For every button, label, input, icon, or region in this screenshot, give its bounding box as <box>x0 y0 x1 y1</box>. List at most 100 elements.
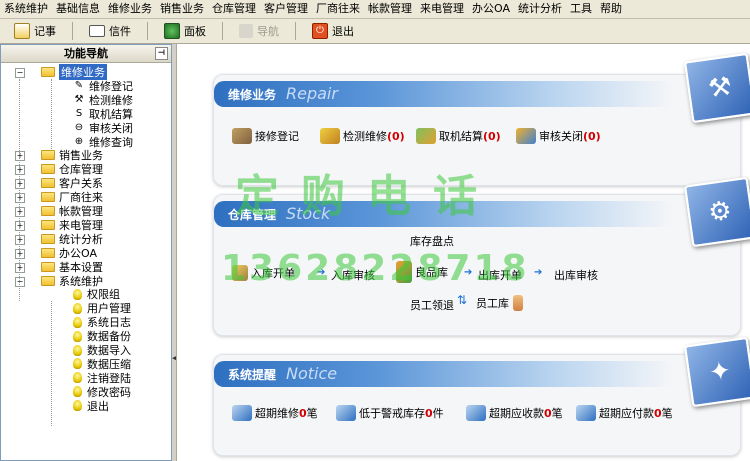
staff-store-link[interactable]: 员工库 <box>476 295 526 311</box>
mail-button[interactable]: 信件 <box>85 21 137 41</box>
menu-stats[interactable]: 统计分析 <box>514 0 566 18</box>
notepad-icon <box>14 23 30 39</box>
navigation-icon <box>239 24 253 38</box>
exit-button[interactable]: ⏻ 退出 <box>308 21 360 41</box>
tree-group-6[interactable]: + 统计分析 <box>15 232 103 246</box>
tree-item-system-2[interactable]: 系统日志 <box>73 315 131 329</box>
expand-icon[interactable]: + <box>15 207 25 217</box>
expand-icon[interactable]: + <box>15 248 25 259</box>
expand-icon[interactable]: + <box>15 234 25 245</box>
tree-item-system-8-label: 退出 <box>87 399 109 413</box>
menu-calls[interactable]: 来电管理 <box>416 0 468 18</box>
bulb-icon <box>73 288 82 300</box>
menu-tools[interactable]: 工具 <box>566 0 596 18</box>
tree-item-system-3[interactable]: 数据备份 <box>73 329 131 343</box>
notice-panel-header: 系统提醒 Notice <box>214 361 674 387</box>
expand-icon[interactable]: + <box>15 193 25 204</box>
tree-group-9[interactable]: − 系统维护 <box>15 274 103 288</box>
tree-group-2[interactable]: + 客户关系 <box>15 176 103 190</box>
overdue-receivable-count: 0 <box>544 406 552 420</box>
tree-group-1[interactable]: + 仓库管理 <box>15 162 103 176</box>
menu-warehouse[interactable]: 仓库管理 <box>208 0 260 18</box>
panel-button[interactable]: 面板 <box>160 21 212 41</box>
expand-icon[interactable]: + <box>15 262 25 273</box>
tree-item-system-8[interactable]: 退出 <box>73 399 109 413</box>
pickup-settle-button[interactable]: 取机结算 (0) <box>416 128 501 144</box>
menu-repair[interactable]: 维修业务 <box>104 0 156 18</box>
expand-icon[interactable]: + <box>15 179 25 190</box>
menu-basic-info[interactable]: 基础信息 <box>52 0 104 18</box>
tree-item-system-0[interactable]: 权限组 <box>73 287 120 301</box>
bulb-icon <box>73 358 82 370</box>
tree-group-8[interactable]: + 基本设置 <box>15 260 103 274</box>
overdue-receivable-label: 超期应收款 <box>489 407 544 420</box>
notes-button[interactable]: 记事 <box>10 21 62 41</box>
overdue-receivable-link[interactable]: 超期应收款 0 笔 <box>466 405 563 421</box>
menu-vendor[interactable]: 厂商往来 <box>312 0 364 18</box>
menu-accounts[interactable]: 帐款管理 <box>364 0 416 18</box>
inventory-check-link[interactable]: 库存盘点 <box>410 233 454 249</box>
collapse-icon[interactable]: − <box>15 68 25 78</box>
nav-button[interactable]: 导航 <box>235 21 285 41</box>
overdue-payable-link[interactable]: 超期应付款 0 笔 <box>576 405 673 421</box>
stock-out-review-link[interactable]: 出库审核 <box>554 267 598 283</box>
menu-help[interactable]: 帮助 <box>596 0 626 18</box>
menu-sales[interactable]: 销售业务 <box>156 0 208 18</box>
panel-label: 面板 <box>184 25 206 38</box>
tree-group-7[interactable]: + 办公OA <box>15 246 97 260</box>
repair-panel-subtitle: Repair <box>286 84 338 103</box>
tree-item-system-6[interactable]: 注销登陆 <box>73 371 131 385</box>
tree-group-repair[interactable]: − 维修业务 <box>15 64 107 80</box>
collapse-icon[interactable]: − <box>15 276 25 287</box>
swap-arrow-icon: ⇅ <box>457 293 468 307</box>
tree-item-repair-3[interactable]: ⊖ 审核关闭 <box>73 121 133 135</box>
folder-icon <box>41 206 55 216</box>
menu-customer[interactable]: 客户管理 <box>260 0 312 18</box>
review-close-button[interactable]: 审核关闭 (0) <box>516 128 601 144</box>
tree-item-repair-0[interactable]: ✎ 维修登记 <box>73 79 133 93</box>
inspect-repair-button[interactable]: 检测维修 (0) <box>320 128 405 144</box>
tree-item-repair-4[interactable]: ⊕ 维修查询 <box>73 135 133 149</box>
tree-item-system-1[interactable]: 用户管理 <box>73 301 131 315</box>
tree-group-5[interactable]: + 来电管理 <box>15 218 103 232</box>
repair-panel-title: 维修业务 <box>228 88 277 102</box>
inspect-repair-count: (0) <box>387 129 405 143</box>
overdue-repair-unit: 笔 <box>306 407 318 420</box>
staff-receive-link[interactable]: 员工领退 <box>410 297 454 313</box>
folder-icon <box>41 192 55 203</box>
tree-connector-line <box>51 301 52 427</box>
low-stock-link[interactable]: 低于警戒库存 0 件 <box>336 405 444 421</box>
expand-icon[interactable]: + <box>15 220 25 231</box>
tree-item-repair-1[interactable]: ⚒ 检测维修 <box>73 93 133 107</box>
review-close-label: 审核关闭 <box>539 130 583 143</box>
overdue-repair-count: 0 <box>299 406 307 420</box>
tree-item-repair-2[interactable]: S 取机结算 <box>73 107 133 121</box>
notice-panel-subtitle: Notice <box>286 364 338 383</box>
expand-icon[interactable]: + <box>15 165 25 176</box>
toolbar-separator <box>295 22 296 40</box>
tree-group-4[interactable]: + 帐款管理 <box>15 204 103 218</box>
folder-icon <box>41 233 55 244</box>
tree-item-system-4[interactable]: 数据导入 <box>73 343 131 357</box>
reminder-icon <box>576 405 596 421</box>
tree-item-system-7[interactable]: 修改密码 <box>73 385 131 399</box>
menu-office[interactable]: 办公OA <box>468 0 514 18</box>
overdue-repair-link[interactable]: 超期维修 0 笔 <box>232 405 318 421</box>
menu-bar: 系统维护 基础信息 维修业务 销售业务 仓库管理 客户管理 厂商往来 帐款管理 … <box>0 0 750 19</box>
low-stock-count: 0 <box>425 406 433 420</box>
notice-panel-title: 系统提醒 <box>228 368 277 382</box>
repair-item-icon: ⊖ <box>74 121 84 133</box>
tree-item-system-5[interactable]: 数据压缩 <box>73 357 131 371</box>
reminder-icon <box>232 405 252 421</box>
low-stock-label: 低于警戒库存 <box>359 407 425 420</box>
bulb-icon <box>73 302 82 314</box>
navigation-panel: 功能导航 ⊣ − 维修业务 ✎ 维修登记 ⚒ 检测维修 S 取机结算 ⊖ 审核关闭 ⊕ 维修查询 + 销售… <box>0 44 172 461</box>
staff-icon <box>513 295 523 311</box>
menu-system[interactable]: 系统维护 <box>0 0 52 18</box>
tree-group-3[interactable]: + 厂商往来 <box>15 190 103 204</box>
expand-icon[interactable]: + <box>15 151 25 162</box>
tree-group-0[interactable]: + 销售业务 <box>15 148 103 162</box>
pin-icon[interactable]: ⊣ <box>155 47 168 60</box>
repair-register-button[interactable]: 接修登记 <box>232 128 299 144</box>
bulb-icon <box>73 344 82 356</box>
